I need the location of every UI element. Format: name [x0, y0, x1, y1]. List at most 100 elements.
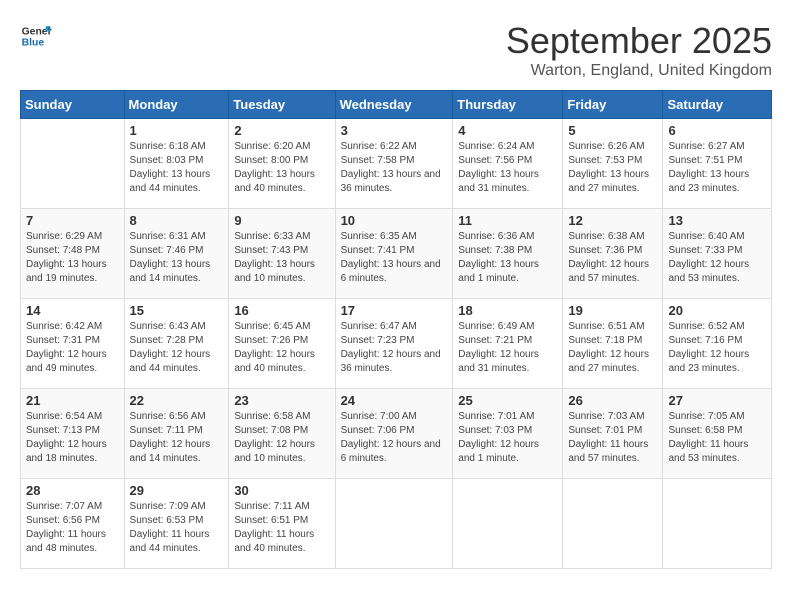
day-number: 19: [568, 303, 657, 318]
header-day-friday: Friday: [563, 91, 663, 119]
day-cell: [335, 479, 453, 569]
day-info: Sunrise: 6:29 AMSunset: 7:48 PMDaylight:…: [26, 230, 119, 286]
day-cell: 26 Sunrise: 7:03 AMSunset: 7:01 PMDayligh…: [563, 389, 663, 479]
location-title: Warton, England, United Kingdom: [506, 62, 772, 80]
day-info: Sunrise: 6:33 AMSunset: 7:43 PMDaylight:…: [234, 230, 329, 286]
day-number: 30: [234, 483, 329, 498]
week-row-5: 28Sunrise: 7:07 AMSunset: 6:56 PMDayligh…: [21, 479, 772, 569]
day-info: Sunrise: 6:43 AMSunset: 7:28 PMDaylight:…: [130, 320, 224, 376]
day-cell: 12 Sunrise: 6:38 AMSunset: 7:36 PMDayligh…: [563, 209, 663, 299]
day-cell: 15 Sunrise: 6:43 AMSunset: 7:28 PMDayligh…: [124, 299, 229, 389]
day-cell: [453, 479, 563, 569]
header-day-thursday: Thursday: [453, 91, 563, 119]
day-info: Sunrise: 7:03 AMSunset: 7:01 PMDaylight:…: [568, 410, 657, 466]
day-number: 7: [26, 213, 119, 228]
day-number: 20: [668, 303, 766, 318]
header-day-saturday: Saturday: [663, 91, 772, 119]
svg-text:Blue: Blue: [22, 38, 45, 49]
day-info: Sunrise: 7:11 AMSunset: 6:51 PMDaylight:…: [234, 500, 329, 556]
day-info: Sunrise: 6:40 AMSunset: 7:33 PMDaylight:…: [668, 230, 766, 286]
day-number: 23: [234, 393, 329, 408]
day-number: 10: [341, 213, 448, 228]
day-info: Sunrise: 6:26 AMSunset: 7:53 PMDaylight:…: [568, 140, 657, 196]
day-info: Sunrise: 6:31 AMSunset: 7:46 PMDaylight:…: [130, 230, 224, 286]
day-cell: 11Sunrise: 6:36 AMSunset: 7:38 PMDayligh…: [453, 209, 563, 299]
week-row-1: 1Sunrise: 6:18 AMSunset: 8:03 PMDaylight…: [21, 119, 772, 209]
day-info: Sunrise: 6:45 AMSunset: 7:26 PMDaylight:…: [234, 320, 329, 376]
day-info: Sunrise: 7:01 AMSunset: 7:03 PMDaylight:…: [458, 410, 557, 466]
day-cell: 23Sunrise: 6:58 AMSunset: 7:08 PMDayligh…: [229, 389, 335, 479]
day-number: 29: [130, 483, 224, 498]
day-info: Sunrise: 6:35 AMSunset: 7:41 PMDaylight:…: [341, 230, 448, 286]
day-cell: 9 Sunrise: 6:33 AMSunset: 7:43 PMDaylight…: [229, 209, 335, 299]
week-row-4: 21Sunrise: 6:54 AMSunset: 7:13 PMDayligh…: [21, 389, 772, 479]
day-number: 21: [26, 393, 119, 408]
day-number: 18: [458, 303, 557, 318]
day-number: 9: [234, 213, 329, 228]
day-cell: 19Sunrise: 6:51 AMSunset: 7:18 PMDayligh…: [563, 299, 663, 389]
day-cell: 7 Sunrise: 6:29 AMSunset: 7:48 PMDaylight…: [21, 209, 125, 299]
day-info: Sunrise: 7:09 AMSunset: 6:53 PMDaylight:…: [130, 500, 224, 556]
logo-icon: General Blue: [20, 20, 52, 52]
day-number: 27: [668, 393, 766, 408]
day-info: Sunrise: 6:27 AMSunset: 7:51 PMDaylight:…: [668, 140, 766, 196]
day-number: 14: [26, 303, 119, 318]
title-area: September 2025 Warton, England, United K…: [506, 20, 772, 80]
day-cell: 18Sunrise: 6:49 AMSunset: 7:21 PMDayligh…: [453, 299, 563, 389]
day-info: Sunrise: 6:56 AMSunset: 7:11 PMDaylight:…: [130, 410, 224, 466]
day-info: Sunrise: 6:52 AMSunset: 7:16 PMDaylight:…: [668, 320, 766, 376]
header-row: SundayMondayTuesdayWednesdayThursdayFrid…: [21, 91, 772, 119]
day-cell: 25 Sunrise: 7:01 AMSunset: 7:03 PMDayligh…: [453, 389, 563, 479]
day-cell: 3Sunrise: 6:22 AMSunset: 7:58 PMDaylight…: [335, 119, 453, 209]
day-info: Sunrise: 6:47 AMSunset: 7:23 PMDaylight:…: [341, 320, 448, 376]
month-title: September 2025: [506, 20, 772, 62]
day-number: 24: [341, 393, 448, 408]
day-info: Sunrise: 6:42 AMSunset: 7:31 PMDaylight:…: [26, 320, 119, 376]
day-number: 6: [668, 123, 766, 138]
day-info: Sunrise: 7:05 AMSunset: 6:58 PMDaylight:…: [668, 410, 766, 466]
day-cell: 24 Sunrise: 7:00 AMSunset: 7:06 PMDayligh…: [335, 389, 453, 479]
day-cell: 8 Sunrise: 6:31 AMSunset: 7:46 PMDaylight…: [124, 209, 229, 299]
day-number: 8: [130, 213, 224, 228]
day-cell: 13 Sunrise: 6:40 AMSunset: 7:33 PMDayligh…: [663, 209, 772, 299]
day-cell: [663, 479, 772, 569]
day-number: 11: [458, 213, 557, 228]
day-number: 13: [668, 213, 766, 228]
week-row-2: 7 Sunrise: 6:29 AMSunset: 7:48 PMDaylight…: [21, 209, 772, 299]
day-cell: 22 Sunrise: 6:56 AMSunset: 7:11 PMDayligh…: [124, 389, 229, 479]
day-number: 5: [568, 123, 657, 138]
day-cell: 6 Sunrise: 6:27 AMSunset: 7:51 PMDaylight…: [663, 119, 772, 209]
day-info: Sunrise: 6:22 AMSunset: 7:58 PMDaylight:…: [341, 140, 448, 196]
day-cell: 29 Sunrise: 7:09 AMSunset: 6:53 PMDayligh…: [124, 479, 229, 569]
day-cell: [21, 119, 125, 209]
week-row-3: 14 Sunrise: 6:42 AMSunset: 7:31 PMDayligh…: [21, 299, 772, 389]
day-number: 12: [568, 213, 657, 228]
day-cell: 2Sunrise: 6:20 AMSunset: 8:00 PMDaylight…: [229, 119, 335, 209]
day-cell: 28Sunrise: 7:07 AMSunset: 6:56 PMDayligh…: [21, 479, 125, 569]
day-cell: 10 Sunrise: 6:35 AMSunset: 7:41 PMDayligh…: [335, 209, 453, 299]
day-cell: 16 Sunrise: 6:45 AMSunset: 7:26 PMDayligh…: [229, 299, 335, 389]
day-number: 16: [234, 303, 329, 318]
day-number: 2: [234, 123, 329, 138]
day-number: 4: [458, 123, 557, 138]
day-info: Sunrise: 6:24 AMSunset: 7:56 PMDaylight:…: [458, 140, 557, 196]
day-info: Sunrise: 6:38 AMSunset: 7:36 PMDaylight:…: [568, 230, 657, 286]
day-cell: 5 Sunrise: 6:26 AMSunset: 7:53 PMDaylight…: [563, 119, 663, 209]
day-cell: 27 Sunrise: 7:05 AMSunset: 6:58 PMDayligh…: [663, 389, 772, 479]
day-info: Sunrise: 7:00 AMSunset: 7:06 PMDaylight:…: [341, 410, 448, 466]
header-day-wednesday: Wednesday: [335, 91, 453, 119]
header-day-monday: Monday: [124, 91, 229, 119]
header-day-tuesday: Tuesday: [229, 91, 335, 119]
day-cell: 20 Sunrise: 6:52 AMSunset: 7:16 PMDayligh…: [663, 299, 772, 389]
day-number: 15: [130, 303, 224, 318]
day-cell: 4 Sunrise: 6:24 AMSunset: 7:56 PMDaylight…: [453, 119, 563, 209]
day-number: 22: [130, 393, 224, 408]
day-cell: 1Sunrise: 6:18 AMSunset: 8:03 PMDaylight…: [124, 119, 229, 209]
day-number: 17: [341, 303, 448, 318]
day-cell: 30 Sunrise: 7:11 AMSunset: 6:51 PMDayligh…: [229, 479, 335, 569]
day-number: 26: [568, 393, 657, 408]
day-info: Sunrise: 6:18 AMSunset: 8:03 PMDaylight:…: [130, 140, 224, 196]
day-number: 25: [458, 393, 557, 408]
header-day-sunday: Sunday: [21, 91, 125, 119]
day-info: Sunrise: 7:07 AMSunset: 6:56 PMDaylight:…: [26, 500, 119, 556]
